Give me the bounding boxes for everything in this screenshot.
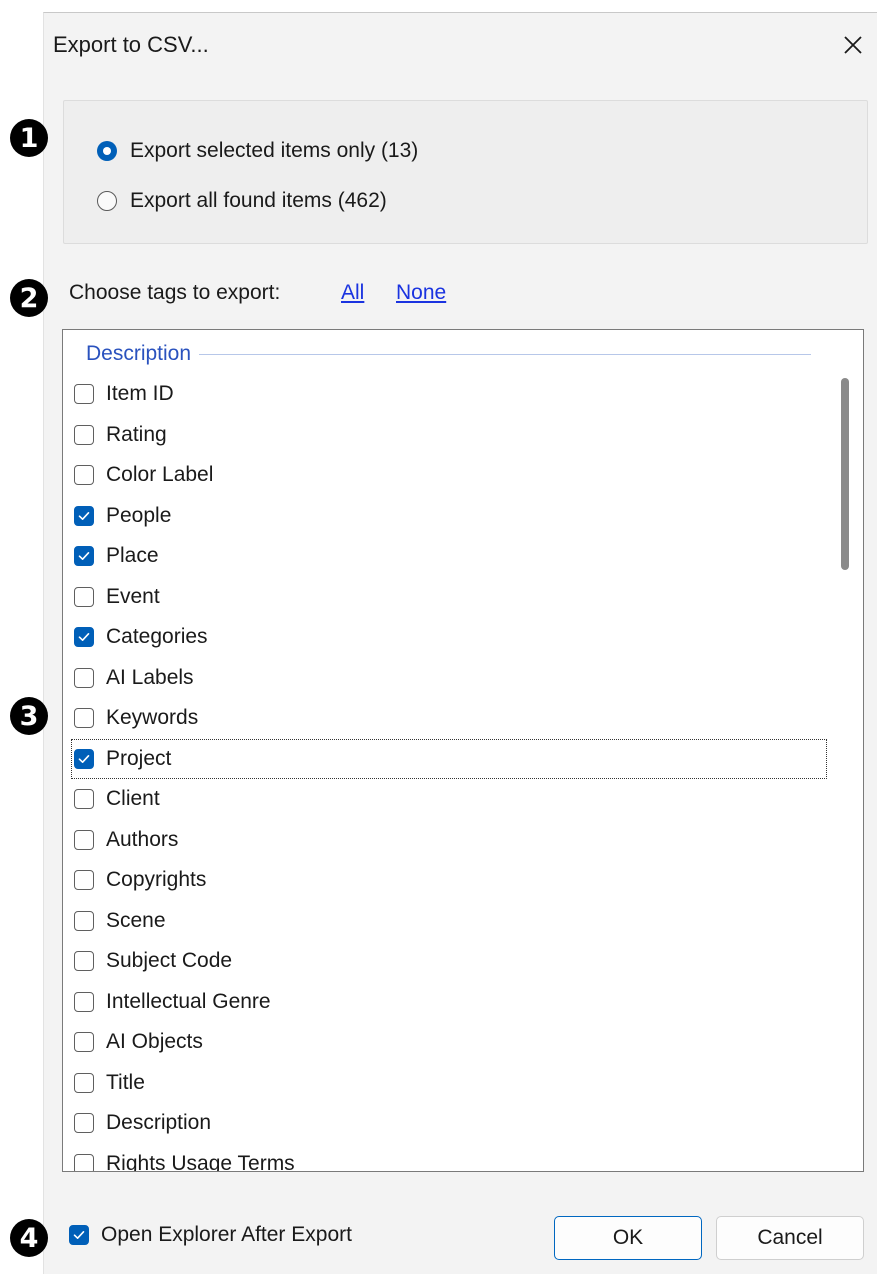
open-explorer-label: Open Explorer After Export bbox=[101, 1223, 352, 1246]
open-explorer-checkbox[interactable] bbox=[69, 1225, 89, 1245]
radio-button-unselected[interactable] bbox=[97, 191, 117, 211]
tag-item[interactable]: AI Objects bbox=[71, 1022, 827, 1063]
tag-checkbox[interactable] bbox=[74, 424, 94, 445]
tag-checkbox[interactable] bbox=[74, 667, 94, 688]
tag-item[interactable]: Categories bbox=[71, 617, 827, 658]
tag-label: Rights Usage Terms bbox=[106, 1151, 295, 1172]
tag-item[interactable]: Description bbox=[71, 1103, 827, 1144]
tag-label: Project bbox=[106, 746, 172, 770]
scrollbar-thumb[interactable] bbox=[841, 378, 849, 570]
tag-checkbox[interactable] bbox=[74, 465, 94, 486]
tag-checkbox[interactable] bbox=[74, 870, 94, 891]
tag-label: Copyrights bbox=[106, 868, 207, 892]
tag-label: Authors bbox=[106, 827, 179, 851]
radio-export-all[interactable]: Export all found items (462) bbox=[97, 189, 387, 213]
tag-item[interactable]: Item ID bbox=[71, 374, 827, 415]
tag-label: Intellectual Genre bbox=[106, 989, 271, 1013]
tag-label: Scene bbox=[106, 908, 166, 932]
select-all-link[interactable]: All bbox=[341, 281, 364, 305]
tag-item[interactable]: Event bbox=[71, 577, 827, 618]
tags-listbox[interactable]: Description Item ID Rating Color Label Peop… bbox=[62, 329, 864, 1172]
tag-checkbox[interactable] bbox=[74, 384, 94, 405]
radio-export-selected[interactable]: Export selected items only (13) bbox=[97, 139, 418, 163]
tag-checkbox[interactable] bbox=[74, 586, 94, 607]
tag-checkbox[interactable] bbox=[74, 991, 94, 1012]
tag-item[interactable]: Place bbox=[71, 536, 827, 577]
tag-item[interactable]: Project bbox=[71, 738, 827, 779]
group-header-description: Description bbox=[86, 340, 811, 368]
tag-label: AI Objects bbox=[106, 1030, 203, 1054]
radio-label: Export selected items only (13) bbox=[130, 139, 419, 162]
cancel-button[interactable]: Cancel bbox=[716, 1216, 864, 1260]
tag-checkbox[interactable] bbox=[74, 1032, 94, 1053]
tag-label: Description bbox=[106, 1111, 212, 1135]
group-header-label: Description bbox=[86, 342, 192, 365]
tag-item[interactable]: Color Label bbox=[71, 455, 827, 496]
tag-label: Item ID bbox=[106, 382, 174, 406]
tag-label: AI Labels bbox=[106, 665, 194, 689]
checkmark-icon bbox=[78, 511, 90, 520]
tag-item[interactable]: Keywords bbox=[71, 698, 827, 739]
tag-label: People bbox=[106, 503, 172, 527]
tag-checkbox[interactable] bbox=[74, 910, 94, 931]
export-scope-group: Export selected items only (13) Export a… bbox=[63, 100, 868, 244]
close-icon bbox=[844, 36, 862, 54]
tag-checkbox[interactable] bbox=[74, 1153, 94, 1171]
choose-tags-label: Choose tags to export: bbox=[69, 281, 281, 304]
tag-checkbox[interactable] bbox=[74, 708, 94, 729]
tag-item[interactable]: AI Labels bbox=[71, 658, 827, 699]
tag-item[interactable]: Client bbox=[71, 779, 827, 820]
annotation-badge-3: 3 bbox=[10, 697, 48, 735]
tag-checkbox[interactable] bbox=[74, 627, 94, 648]
tag-label: Client bbox=[106, 787, 160, 811]
tag-label: Place bbox=[106, 544, 159, 568]
tag-item[interactable]: Intellectual Genre bbox=[71, 982, 827, 1023]
select-none-link[interactable]: None bbox=[396, 281, 446, 305]
radio-button-selected[interactable] bbox=[97, 141, 117, 161]
tag-item[interactable]: Title bbox=[71, 1063, 827, 1104]
tag-checkbox[interactable] bbox=[74, 546, 94, 567]
tag-item[interactable]: Subject Code bbox=[71, 941, 827, 982]
tag-checkbox[interactable] bbox=[74, 1113, 94, 1134]
tag-checkbox[interactable] bbox=[74, 505, 94, 526]
tag-label: Keywords bbox=[106, 706, 199, 730]
tag-label: Rating bbox=[106, 422, 167, 446]
radio-label: Export all found items (462) bbox=[130, 189, 387, 212]
tag-checkbox[interactable] bbox=[74, 1072, 94, 1093]
checkmark-icon bbox=[73, 1231, 85, 1239]
tag-item[interactable]: Authors bbox=[71, 820, 827, 861]
close-button[interactable] bbox=[837, 29, 869, 61]
group-header-divider bbox=[199, 353, 811, 355]
ok-button[interactable]: OK bbox=[554, 1216, 702, 1260]
tag-label: Title bbox=[106, 1070, 145, 1094]
tag-item[interactable]: Scene bbox=[71, 901, 827, 942]
tag-item[interactable]: Rights Usage Terms bbox=[71, 1144, 827, 1172]
tag-item[interactable]: Rating bbox=[71, 415, 827, 456]
open-explorer-checkbox-row[interactable]: Open Explorer After Export bbox=[69, 1223, 352, 1247]
checkmark-icon bbox=[78, 754, 90, 763]
dialog-title: Export to CSV... bbox=[53, 32, 209, 57]
checkmark-icon bbox=[78, 633, 90, 642]
dialog-titlebar: Export to CSV... bbox=[44, 13, 877, 73]
checkmark-icon bbox=[78, 552, 90, 561]
tag-item[interactable]: People bbox=[71, 496, 827, 537]
export-csv-dialog: Export to CSV... Export selected items o… bbox=[43, 12, 877, 1274]
annotation-badge-4: 4 bbox=[10, 1219, 48, 1257]
tag-checkbox[interactable] bbox=[74, 829, 94, 850]
annotation-badge-1: 1 bbox=[10, 119, 48, 157]
tag-label: Subject Code bbox=[106, 949, 233, 973]
tag-checkbox[interactable] bbox=[74, 951, 94, 972]
tag-checkbox[interactable] bbox=[74, 748, 94, 769]
tag-items-list: Item ID Rating Color Label People Place Event… bbox=[71, 374, 827, 1172]
tag-label: Color Label bbox=[106, 463, 214, 487]
tag-label: Categories bbox=[106, 625, 208, 649]
tag-item[interactable]: Copyrights bbox=[71, 860, 827, 901]
tag-checkbox[interactable] bbox=[74, 789, 94, 810]
tag-label: Event bbox=[106, 584, 160, 608]
annotation-badge-2: 2 bbox=[10, 279, 48, 317]
